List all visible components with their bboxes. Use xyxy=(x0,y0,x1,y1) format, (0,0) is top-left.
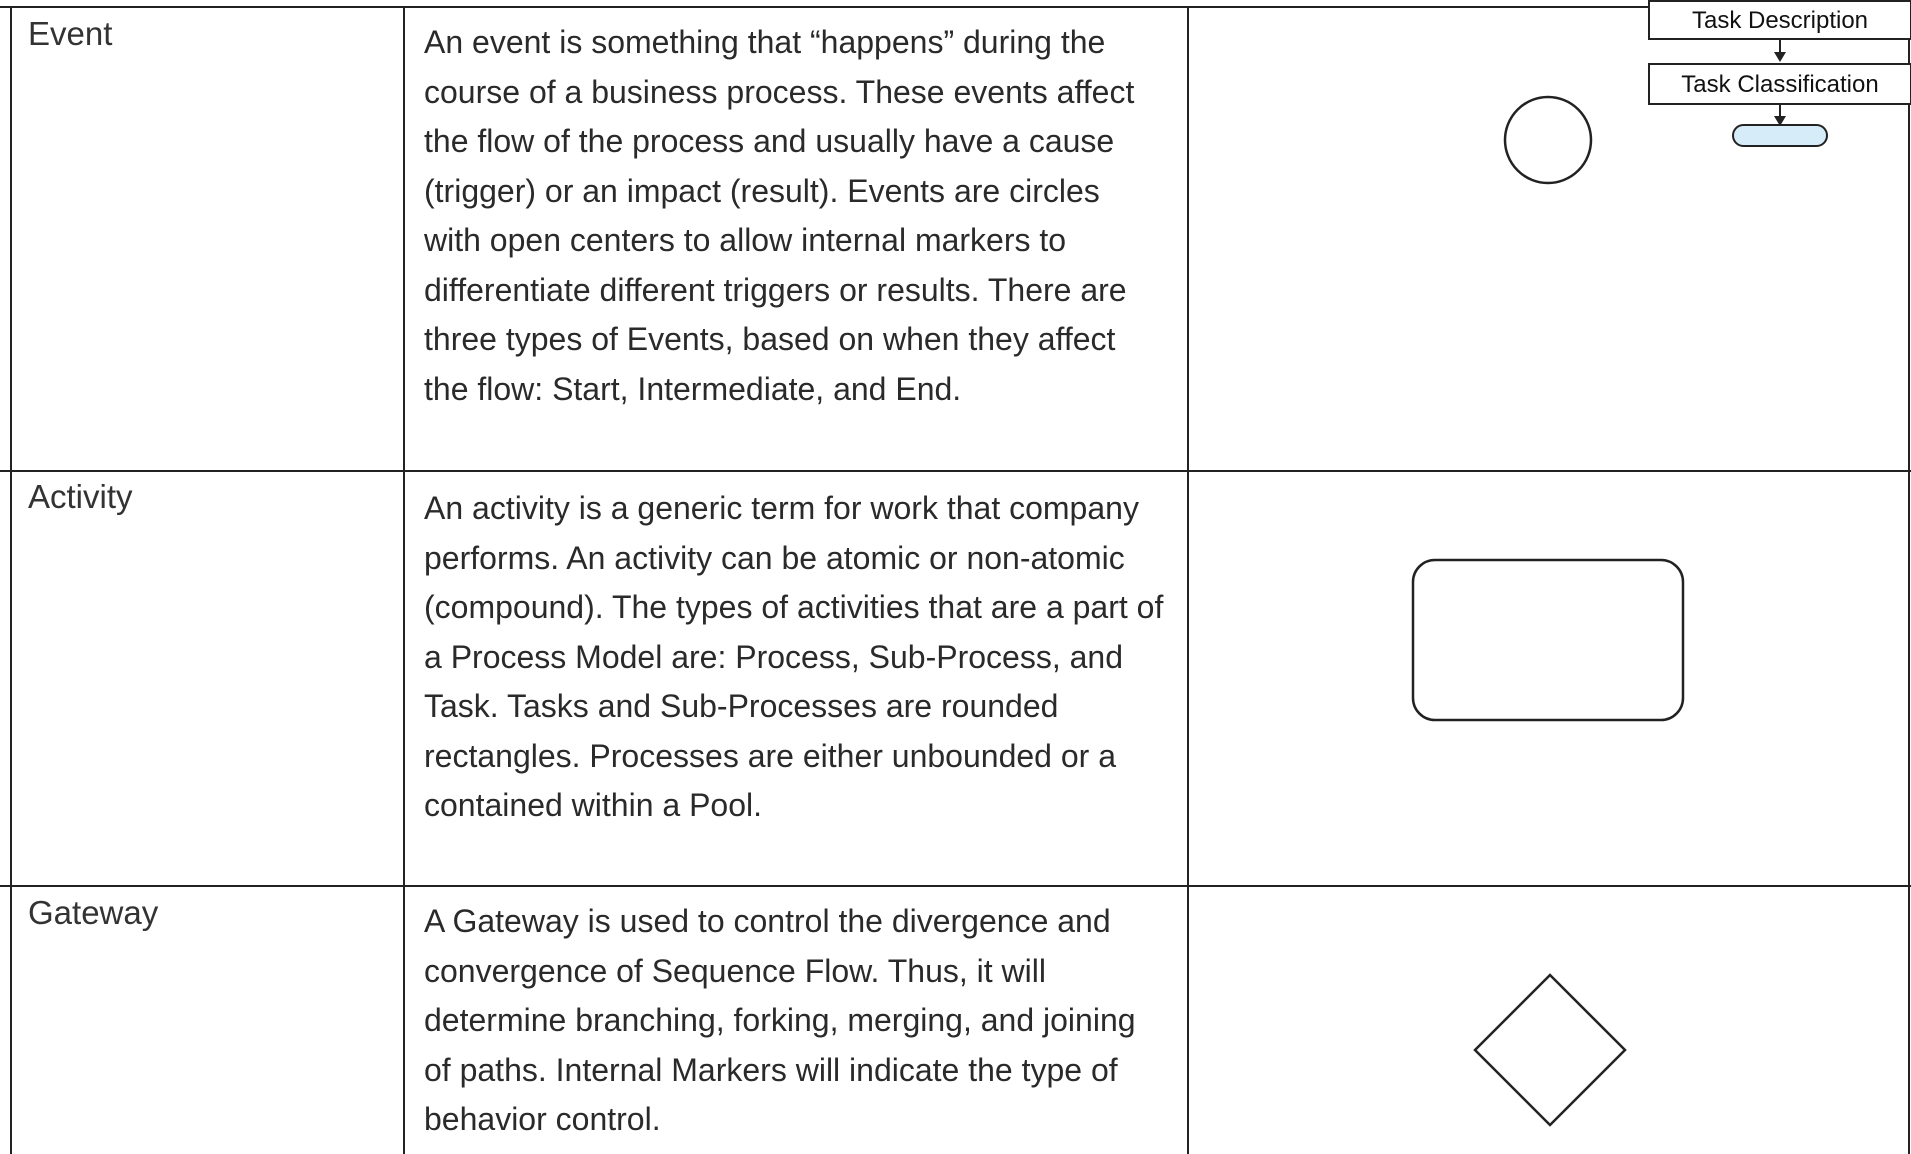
table-left-border xyxy=(10,6,12,1154)
term-activity: Activity xyxy=(28,478,133,515)
description-gateway: A Gateway is used to control the diverge… xyxy=(424,903,1136,1137)
description-activity: An activity is a generic term for work t… xyxy=(424,490,1164,823)
table-top-border xyxy=(0,6,1650,8)
row-divider-2 xyxy=(0,885,1911,887)
diamond-icon xyxy=(1473,973,1627,1127)
terminator-pill-icon xyxy=(1732,124,1828,147)
task-classification-box: Task Classification xyxy=(1648,63,1911,105)
column-divider-2 xyxy=(1187,6,1189,1154)
task-description-box: Task Description xyxy=(1648,0,1911,40)
term-event: Event xyxy=(28,15,113,52)
arrow-down-icon xyxy=(1774,40,1786,62)
circle-icon xyxy=(1503,95,1593,185)
column-divider-1 xyxy=(403,6,405,1154)
term-gateway: Gateway xyxy=(28,894,159,931)
rounded-rectangle-icon xyxy=(1411,558,1685,722)
row-divider-1 xyxy=(0,470,1911,472)
description-event: An event is something that “happens” dur… xyxy=(424,24,1135,407)
table-right-border xyxy=(1908,6,1910,1154)
